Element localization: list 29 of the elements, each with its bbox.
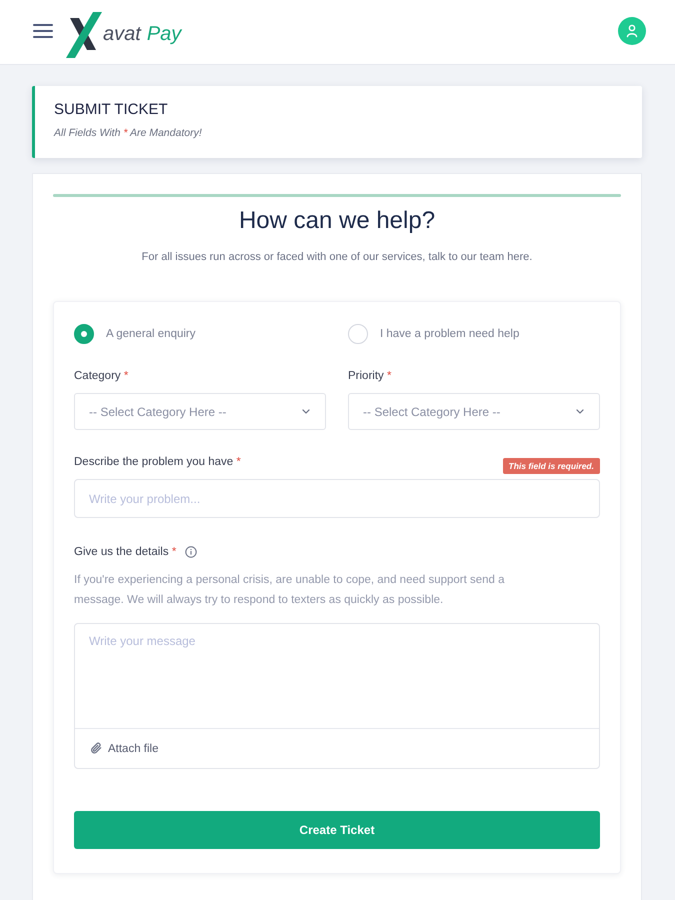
page-title: SUBMIT TICKET <box>54 100 169 119</box>
menu-icon[interactable] <box>33 24 53 38</box>
info-icon[interactable] <box>185 546 198 558</box>
mandatory-note: All Fields With * Are Mandatory! <box>54 127 203 140</box>
help-intro: For all issues run across or faced with one of our services, talk to our team here. <box>140 250 534 265</box>
problem-input[interactable]: Write your problem... <box>74 479 600 518</box>
attach-file-button[interactable]: Attach file <box>90 740 158 757</box>
field-label: Describe the problem you have * <box>74 455 241 470</box>
chevron-down-icon <box>576 409 584 414</box>
details-hint: If you're experiencing a personal crisis, are unable to cope, and need support send a message. We will always try to respond to texters as quickly as possible. <box>74 573 506 608</box>
select-field[interactable]: -- Select Category Here -- <box>348 393 600 430</box>
paperclip-icon <box>90 742 103 755</box>
logo-text: avat <box>103 22 141 46</box>
radio-label[interactable]: I have a problem need help <box>380 328 520 340</box>
field-label: Priority * <box>348 369 392 384</box>
chevron-down-icon <box>302 409 310 414</box>
logo-icon <box>66 12 102 58</box>
avatar-icon[interactable] <box>618 16 646 44</box>
select-field[interactable]: -- Select Category Here -- <box>74 393 326 430</box>
radio-label[interactable]: A general enquiry <box>106 328 196 340</box>
radio-button[interactable] <box>74 324 94 344</box>
field-label: Category * <box>74 369 128 384</box>
field-label: Give us the details * <box>74 545 176 560</box>
error-tooltip: This field is required. <box>502 458 600 474</box>
message-box[interactable]: Write your message Attach file <box>74 623 600 769</box>
logo-accent-text: Pay <box>146 22 182 46</box>
help-heading: How can we help? <box>238 206 436 236</box>
create-ticket-button[interactable]: Create Ticket <box>74 811 600 849</box>
message-field[interactable]: Write your message <box>75 624 599 728</box>
